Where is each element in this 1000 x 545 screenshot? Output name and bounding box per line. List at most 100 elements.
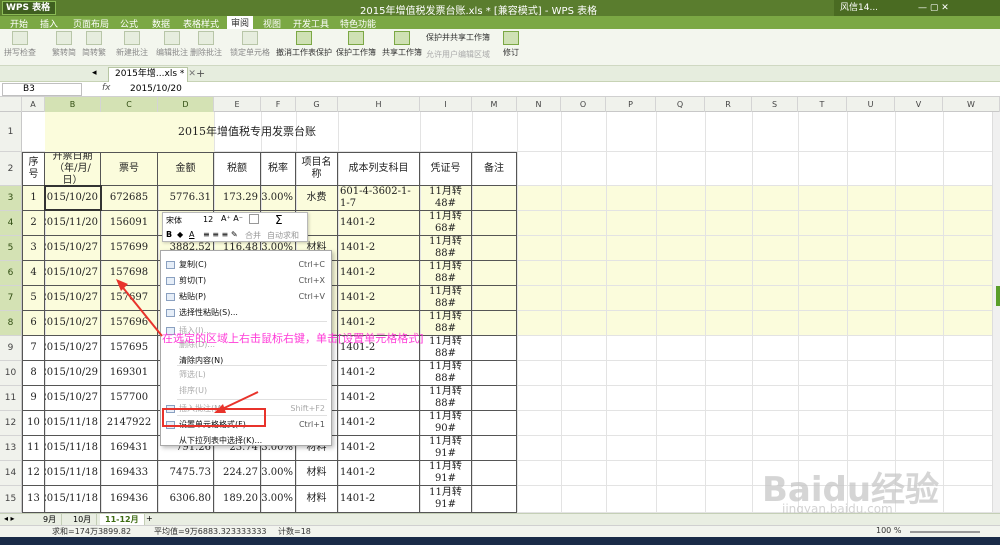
new-tab-icon[interactable]: + [196, 67, 205, 80]
table-cell[interactable]: 2015/11/18 [45, 461, 101, 486]
table-cell[interactable]: 1401-2 [338, 236, 420, 261]
table-cell[interactable]: 1401-2 [338, 486, 420, 513]
table-cell[interactable]: 11 [22, 436, 45, 461]
row-header[interactable]: 14 [0, 461, 22, 486]
table-cell[interactable]: 11月转88# [420, 261, 472, 286]
context-menu-item[interactable]: 剪切(T) Ctrl+X [161, 273, 331, 289]
sheet-nav-icon[interactable]: ◂ ▸ [4, 514, 15, 523]
column-header[interactable]: T [798, 97, 847, 112]
table-cell[interactable]: 水费 [296, 186, 338, 211]
table-header-cell[interactable]: 税额 [214, 152, 261, 186]
column-header[interactable]: R [705, 97, 752, 112]
table-header-cell[interactable]: 金额 [158, 152, 214, 186]
table-cell[interactable]: 11月转91# [420, 461, 472, 486]
row-header[interactable]: 1 [0, 112, 22, 152]
table-cell[interactable]: 12 [22, 461, 45, 486]
table-cell[interactable]: 1401-2 [338, 386, 420, 411]
fx-icon[interactable]: fx [102, 83, 111, 93]
user-account[interactable]: 风信14... — ▢ ✕ [834, 0, 1000, 16]
context-menu-item[interactable]: 粘贴(P) Ctrl+V [161, 289, 331, 305]
table-cell[interactable]: 2147922 [101, 411, 158, 436]
table-cell[interactable]: 672685 [101, 186, 158, 211]
row-header[interactable]: 11 [0, 386, 22, 411]
table-cell[interactable]: 5776.31 [158, 186, 214, 211]
side-panel-handle[interactable] [996, 286, 1000, 306]
column-header[interactable]: P [606, 97, 656, 112]
column-header[interactable]: H [338, 97, 420, 112]
column-header[interactable]: O [561, 97, 606, 112]
table-header-cell[interactable]: 税率 [261, 152, 296, 186]
table-cell[interactable]: 4 [22, 261, 45, 286]
table-cell[interactable]: 11月转88# [420, 336, 472, 361]
zoom-level[interactable]: 100 % [876, 526, 901, 535]
table-cell[interactable]: 11月转88# [420, 236, 472, 261]
table-cell[interactable]: 11月转88# [420, 311, 472, 336]
remark-cell[interactable] [472, 336, 517, 361]
document-tab[interactable]: 2015年增...xls * ✕ [108, 67, 196, 82]
table-cell[interactable]: 2015/10/27 [45, 336, 101, 361]
table-cell[interactable]: 157698 [101, 261, 158, 286]
spreadsheet-grid[interactable]: ABCDEFGHIMNOPQRSTUVW 1 2 3 4 5 6 7 8 9 10 11 12 13 14… [0, 97, 1000, 513]
table-cell[interactable]: 9 [22, 386, 45, 411]
column-header[interactable]: N [517, 97, 561, 112]
protect-workbook-button[interactable]: 保护工作簿 [336, 31, 376, 58]
table-header-cell[interactable]: 凭证号 [420, 152, 472, 186]
grow-font-icon[interactable]: A⁺ A⁻ [221, 214, 243, 223]
spell-check-button[interactable]: 拼写检查 [4, 31, 36, 58]
table-cell[interactable]: 1401-2 [338, 286, 420, 311]
row-header[interactable]: 9 [0, 336, 22, 361]
table-cell[interactable]: 169433 [101, 461, 158, 486]
row-header[interactable]: 12 [0, 411, 22, 436]
table-cell[interactable]: 3.00% [261, 461, 296, 486]
table-cell[interactable]: 5 [22, 286, 45, 311]
table-cell[interactable]: 2015/10/29 [45, 361, 101, 386]
remark-cell[interactable] [472, 311, 517, 336]
table-header-cell[interactable]: 项目名称 [296, 152, 338, 186]
remark-cell[interactable] [472, 486, 517, 513]
row-header[interactable]: 4 [0, 211, 22, 236]
table-cell[interactable]: 169436 [101, 486, 158, 513]
table-cell[interactable]: 7 [22, 336, 45, 361]
remark-cell[interactable] [472, 261, 517, 286]
menu-review[interactable]: 审阅 [227, 16, 254, 29]
table-cell[interactable]: 3.00% [261, 186, 296, 211]
table-cell[interactable]: 11月转88# [420, 286, 472, 311]
delete-comment-button[interactable]: 删除批注 [190, 31, 222, 58]
simp-to-trad-button[interactable]: 简转繁 [82, 31, 106, 58]
table-cell[interactable]: 2015/10/27 [45, 261, 101, 286]
table-cell[interactable]: 11月转91# [420, 486, 472, 513]
context-menu-item[interactable]: 从下拉列表中选择(K)... [161, 433, 331, 449]
table-cell[interactable]: 6306.80 [158, 486, 214, 513]
table-cell[interactable]: 601-4-3602-1-1-7 [338, 186, 420, 211]
row-header[interactable]: 7 [0, 286, 22, 311]
new-comment-button[interactable]: 新建批注 [116, 31, 148, 58]
table-cell[interactable]: 11月转68# [420, 211, 472, 236]
sheet-title-cell[interactable]: 2015年增值税专用发票台账 [22, 112, 472, 152]
column-header[interactable]: U [847, 97, 895, 112]
context-menu-item[interactable]: 选择性粘贴(S)... [161, 305, 331, 321]
table-header-cell[interactable]: 票号 [101, 152, 158, 186]
zoom-slider[interactable] [910, 531, 980, 533]
table-cell[interactable]: 173.29 [214, 186, 261, 211]
format-painter-icon[interactable]: ✎ [231, 230, 238, 239]
remark-cell[interactable] [472, 211, 517, 236]
table-cell[interactable]: 11月转90# [420, 411, 472, 436]
table-cell[interactable]: 156091 [101, 211, 158, 236]
table-cell[interactable]: 材料 [296, 461, 338, 486]
remark-cell[interactable] [472, 186, 517, 211]
lock-cell-button[interactable]: 锁定单元格 [230, 31, 270, 58]
unprotect-sheet-button[interactable]: 撤消工作表保护 [276, 31, 332, 58]
remark-cell[interactable] [472, 236, 517, 261]
table-cell[interactable]: 2015/11/18 [45, 486, 101, 513]
protect-share-button[interactable]: 保护并共享工作簿 [426, 32, 490, 43]
remark-cell[interactable] [472, 436, 517, 461]
remark-cell[interactable] [472, 411, 517, 436]
align-icon[interactable]: ≡ ≡ ≡ [203, 230, 228, 239]
autosum-button[interactable]: 自动求和 [267, 230, 299, 241]
column-header[interactable]: G [296, 97, 338, 112]
row-header[interactable]: 8 [0, 311, 22, 336]
table-cell[interactable]: 2015/11/18 [45, 411, 101, 436]
table-cell[interactable]: 2015/11/20 [45, 211, 101, 236]
table-header-cell[interactable]: 序号 [22, 152, 45, 186]
table-cell[interactable]: 11月转88# [420, 386, 472, 411]
